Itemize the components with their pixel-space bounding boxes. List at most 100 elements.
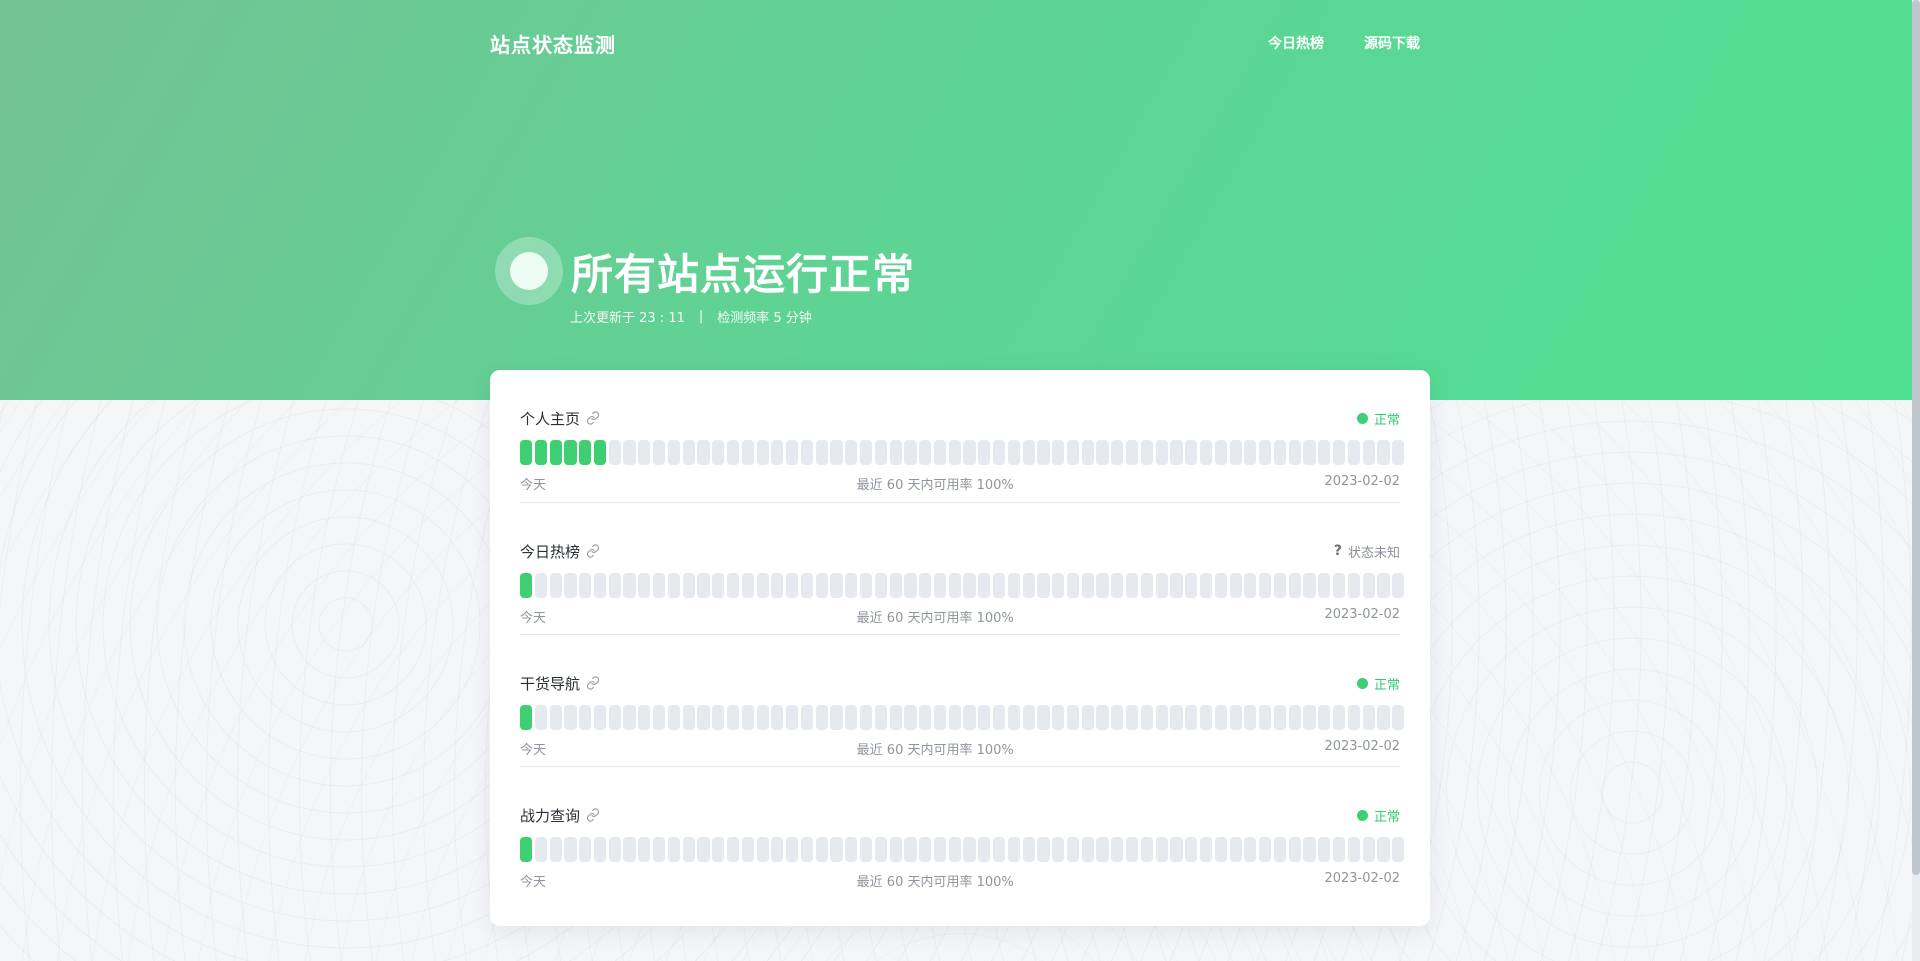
uptime-bar[interactable] bbox=[579, 837, 592, 862]
uptime-bar[interactable] bbox=[1377, 573, 1390, 598]
uptime-bar[interactable] bbox=[919, 440, 932, 465]
uptime-bar[interactable] bbox=[933, 837, 947, 862]
uptime-bar[interactable] bbox=[933, 440, 947, 465]
uptime-bar[interactable] bbox=[549, 573, 562, 598]
uptime-bar[interactable] bbox=[1066, 573, 1080, 598]
uptime-bar[interactable] bbox=[638, 837, 651, 862]
uptime-bar[interactable] bbox=[726, 573, 740, 598]
uptime-bar[interactable] bbox=[830, 705, 843, 730]
uptime-bar[interactable] bbox=[1244, 837, 1257, 862]
link-icon[interactable] bbox=[586, 411, 600, 425]
uptime-bar[interactable] bbox=[756, 705, 769, 730]
uptime-bar[interactable] bbox=[1170, 440, 1183, 465]
uptime-bar[interactable] bbox=[1052, 705, 1065, 730]
uptime-bar[interactable] bbox=[1066, 705, 1080, 730]
uptime-bar[interactable] bbox=[1303, 705, 1316, 730]
uptime-bar[interactable] bbox=[1052, 440, 1065, 465]
uptime-bar[interactable] bbox=[1273, 573, 1287, 598]
uptime-bar[interactable] bbox=[697, 705, 710, 730]
uptime-bar[interactable] bbox=[1259, 705, 1272, 730]
uptime-bar[interactable] bbox=[1126, 837, 1139, 862]
uptime-bar[interactable] bbox=[845, 705, 858, 730]
uptime-bar[interactable] bbox=[830, 573, 843, 598]
scrollbar-track[interactable] bbox=[1912, 0, 1920, 961]
uptime-bar[interactable] bbox=[520, 837, 533, 862]
uptime-bar[interactable] bbox=[859, 573, 873, 598]
uptime-bar[interactable] bbox=[904, 573, 917, 598]
uptime-bar[interactable] bbox=[1347, 837, 1360, 862]
uptime-bar[interactable] bbox=[712, 705, 725, 730]
uptime-bar[interactable] bbox=[653, 705, 666, 730]
uptime-bar[interactable] bbox=[815, 705, 828, 730]
uptime-bar[interactable] bbox=[1199, 837, 1213, 862]
uptime-bar[interactable] bbox=[1303, 440, 1316, 465]
uptime-bar[interactable] bbox=[608, 573, 621, 598]
uptime-bar[interactable] bbox=[726, 705, 740, 730]
uptime-bar[interactable] bbox=[1229, 705, 1242, 730]
uptime-bar[interactable] bbox=[682, 705, 695, 730]
uptime-bar[interactable] bbox=[919, 837, 932, 862]
uptime-bar[interactable] bbox=[1332, 837, 1346, 862]
uptime-bar[interactable] bbox=[1007, 573, 1020, 598]
uptime-bar[interactable] bbox=[1362, 837, 1375, 862]
scrollbar-thumb[interactable] bbox=[1912, 0, 1920, 875]
uptime-bar[interactable] bbox=[786, 705, 799, 730]
uptime-bar[interactable] bbox=[697, 573, 710, 598]
uptime-bar[interactable] bbox=[1318, 573, 1331, 598]
link-icon[interactable] bbox=[586, 676, 600, 690]
uptime-bar[interactable] bbox=[889, 705, 902, 730]
uptime-bar[interactable] bbox=[1140, 705, 1153, 730]
uptime-bar[interactable] bbox=[756, 440, 769, 465]
uptime-bar[interactable] bbox=[845, 573, 858, 598]
uptime-bar[interactable] bbox=[1229, 573, 1242, 598]
uptime-bar[interactable] bbox=[815, 440, 828, 465]
uptime-bar[interactable] bbox=[564, 837, 577, 862]
uptime-bar[interactable] bbox=[564, 440, 577, 465]
uptime-bar[interactable] bbox=[1037, 440, 1050, 465]
uptime-bar[interactable] bbox=[741, 440, 754, 465]
uptime-bar[interactable] bbox=[1096, 837, 1109, 862]
uptime-bar[interactable] bbox=[978, 705, 991, 730]
uptime-bar[interactable] bbox=[593, 440, 607, 465]
uptime-bar[interactable] bbox=[1126, 440, 1139, 465]
link-icon[interactable] bbox=[586, 808, 600, 822]
uptime-bar[interactable] bbox=[549, 440, 562, 465]
uptime-bar[interactable] bbox=[1081, 573, 1094, 598]
uptime-bar[interactable] bbox=[638, 440, 651, 465]
uptime-bar[interactable] bbox=[874, 573, 887, 598]
uptime-bar[interactable] bbox=[1332, 573, 1346, 598]
uptime-bar[interactable] bbox=[978, 573, 991, 598]
uptime-bar[interactable] bbox=[1259, 837, 1272, 862]
uptime-bar[interactable] bbox=[534, 837, 547, 862]
uptime-bar[interactable] bbox=[1126, 573, 1139, 598]
uptime-bar[interactable] bbox=[800, 573, 814, 598]
uptime-bar[interactable] bbox=[815, 837, 828, 862]
uptime-bar[interactable] bbox=[741, 705, 754, 730]
uptime-bar[interactable] bbox=[564, 705, 577, 730]
uptime-bar[interactable] bbox=[593, 837, 607, 862]
uptime-bar[interactable] bbox=[963, 573, 976, 598]
uptime-bar[interactable] bbox=[697, 440, 710, 465]
uptime-bar[interactable] bbox=[963, 837, 976, 862]
uptime-bar[interactable] bbox=[874, 705, 887, 730]
uptime-bar[interactable] bbox=[1185, 573, 1198, 598]
uptime-bar[interactable] bbox=[653, 440, 666, 465]
uptime-bar[interactable] bbox=[1229, 440, 1242, 465]
uptime-bar[interactable] bbox=[1126, 705, 1139, 730]
uptime-bar[interactable] bbox=[830, 837, 843, 862]
uptime-bar[interactable] bbox=[1170, 705, 1183, 730]
uptime-bar[interactable] bbox=[520, 440, 533, 465]
uptime-bar[interactable] bbox=[1096, 573, 1109, 598]
uptime-bar[interactable] bbox=[697, 837, 710, 862]
uptime-bar[interactable] bbox=[682, 837, 695, 862]
uptime-bar[interactable] bbox=[889, 573, 902, 598]
uptime-bar[interactable] bbox=[623, 837, 636, 862]
uptime-bar[interactable] bbox=[933, 705, 947, 730]
uptime-bar[interactable] bbox=[933, 573, 947, 598]
uptime-bar[interactable] bbox=[1199, 705, 1213, 730]
uptime-bar[interactable] bbox=[1332, 440, 1346, 465]
uptime-bar[interactable] bbox=[1199, 440, 1213, 465]
uptime-bar[interactable] bbox=[712, 440, 725, 465]
uptime-bar[interactable] bbox=[948, 440, 961, 465]
uptime-bar[interactable] bbox=[520, 573, 533, 598]
